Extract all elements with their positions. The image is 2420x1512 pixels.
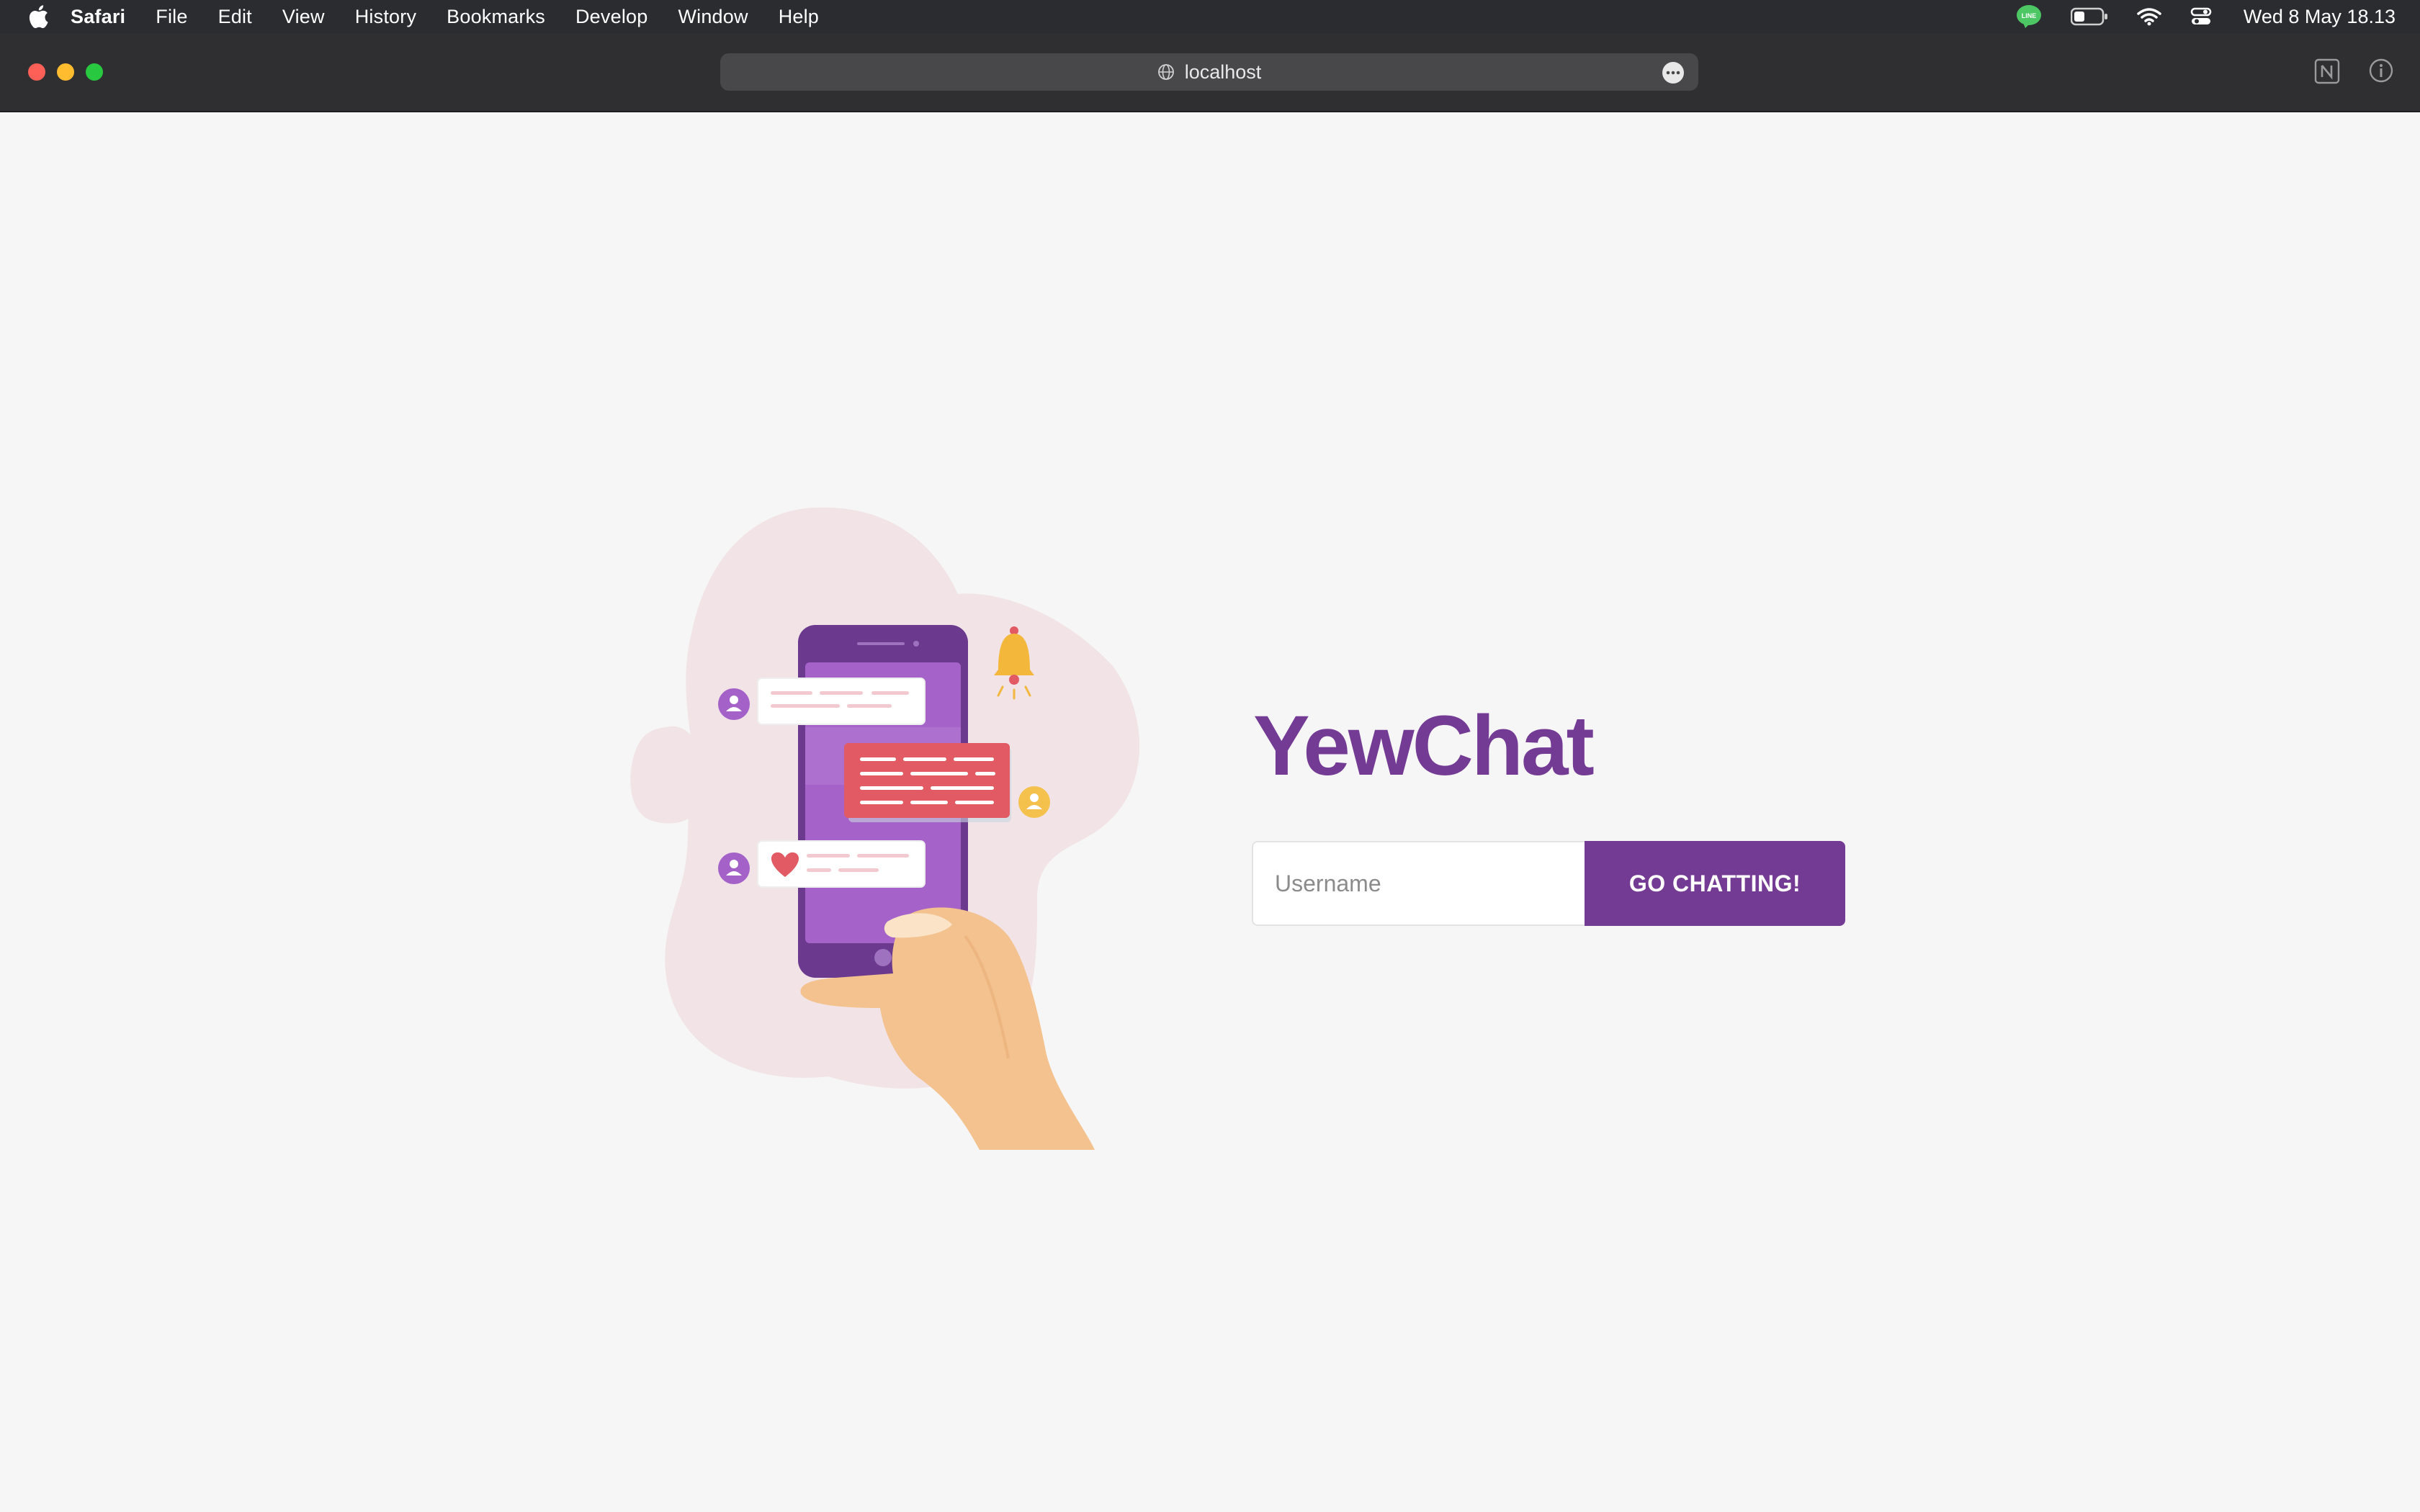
- menu-view[interactable]: View: [282, 6, 325, 28]
- info-icon[interactable]: [2368, 58, 2394, 84]
- menu-bar-clock[interactable]: Wed 8 May 18.13: [2244, 6, 2396, 28]
- menu-bar: Safari File Edit View History Bookmarks …: [0, 0, 2420, 33]
- address-url: localhost: [1184, 60, 1262, 83]
- menu-window[interactable]: Window: [678, 6, 748, 28]
- login-form: GO CHATTING!: [1252, 841, 1845, 926]
- username-input[interactable]: [1252, 841, 1585, 926]
- menu-edit[interactable]: Edit: [218, 6, 252, 28]
- line-app-icon[interactable]: LINE: [2016, 4, 2042, 29]
- go-chatting-button[interactable]: GO CHATTING!: [1585, 841, 1845, 926]
- page-title: YewChat: [1253, 698, 1595, 793]
- notion-extension-icon[interactable]: [2313, 58, 2341, 85]
- svg-text:LINE: LINE: [2022, 12, 2037, 19]
- menu-app-safari[interactable]: Safari: [71, 6, 125, 28]
- browser-toolbar: localhost: [0, 33, 2420, 112]
- apple-logo-icon[interactable]: [27, 4, 49, 29]
- menu-bar-status-area: LINE Wed 8 May 18.13: [1987, 0, 2396, 33]
- menu-file[interactable]: File: [156, 6, 187, 28]
- small-blob: [630, 726, 707, 824]
- window-close-button[interactable]: [28, 63, 45, 81]
- address-bar[interactable]: localhost: [720, 53, 1698, 91]
- window-zoom-button[interactable]: [86, 63, 103, 81]
- control-center-icon[interactable]: [2190, 7, 2212, 26]
- wifi-icon[interactable]: [2137, 7, 2161, 26]
- menu-bookmarks[interactable]: Bookmarks: [447, 6, 545, 28]
- menu-history[interactable]: History: [355, 6, 416, 28]
- menu-help[interactable]: Help: [779, 6, 819, 28]
- page-menu-icon[interactable]: [1662, 62, 1684, 84]
- chat-illustration: [630, 507, 1140, 1150]
- battery-icon[interactable]: [2070, 7, 2108, 26]
- menu-develop[interactable]: Develop: [575, 6, 647, 28]
- window-minimize-button[interactable]: [57, 63, 74, 81]
- globe-icon: [1157, 63, 1175, 81]
